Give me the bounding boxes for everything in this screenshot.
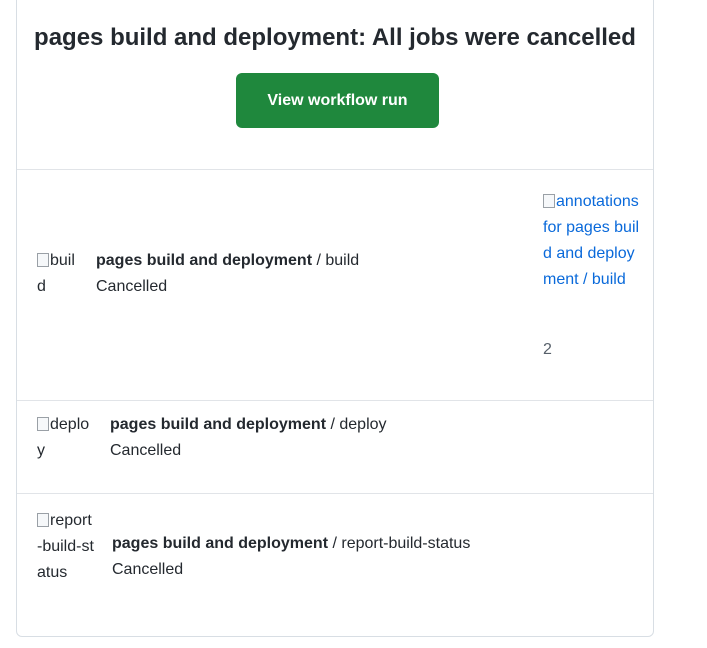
broken-image-icon: [37, 513, 49, 527]
job-info: pages build and deployment / report-buil…: [112, 531, 470, 583]
build-icon: build: [37, 252, 75, 295]
broken-image-icon: [543, 194, 555, 208]
page-title: pages build and deployment: All jobs wer…: [34, 24, 636, 51]
separator: /: [328, 535, 342, 552]
job-status: Cancelled: [112, 561, 184, 578]
separator: /: [326, 416, 340, 433]
annotation-count: 2: [543, 341, 552, 358]
job-name: build: [325, 252, 360, 269]
job-row-deploy: deploy pages build and deployment / depl…: [17, 401, 653, 493]
job-row-report-build-status: report-build-status pages build and depl…: [17, 494, 653, 634]
annotations-link[interactable]: annotations for pages build and deployme…: [543, 189, 643, 293]
job-info: pages build and deployment / deploy Canc…: [110, 412, 387, 464]
job-name: deploy: [339, 416, 387, 433]
job-status: Cancelled: [96, 278, 168, 295]
workflow-name: pages build and deployment: [110, 416, 327, 433]
notification-card: pages build and deployment: All jobs wer…: [16, 0, 654, 637]
separator: /: [312, 252, 326, 269]
job-name: report-build-status: [341, 535, 471, 552]
deploy-icon: deploy: [37, 416, 90, 459]
broken-image-icon: [37, 253, 49, 267]
workflow-name: pages build and deployment: [112, 535, 329, 552]
card-header: pages build and deployment: All jobs wer…: [17, 0, 653, 169]
view-workflow-run-button[interactable]: View workflow run: [236, 73, 439, 128]
job-info: pages build and deployment / build Cance…: [96, 248, 359, 300]
report-build-status-icon: report-build-status: [37, 512, 94, 581]
job-status: Cancelled: [110, 442, 182, 459]
broken-image-icon: [37, 417, 49, 431]
workflow-name: pages build and deployment: [96, 252, 313, 269]
